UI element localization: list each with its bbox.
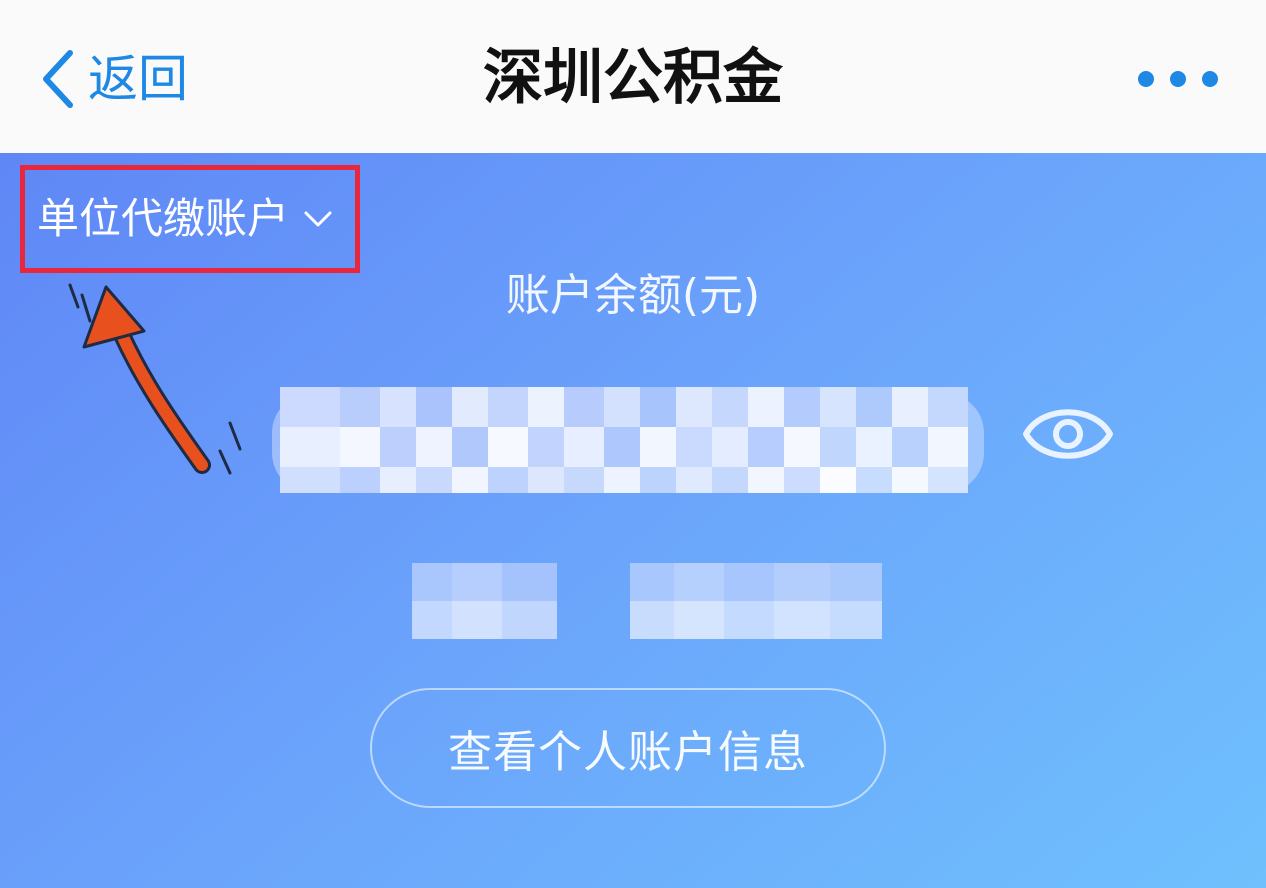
account-type-label: 单位代缴账户	[37, 194, 290, 243]
balance-label: 账户余额(元)	[505, 270, 761, 321]
more-button[interactable]	[1138, 62, 1218, 96]
page-title: 深圳公积金	[483, 43, 783, 113]
more-dots-icon	[1138, 71, 1154, 87]
account-detail-obscured	[412, 563, 882, 639]
account-panel: 单位代缴账户 账户余额(元) 查看个人账户信息	[0, 153, 1266, 888]
back-label: 返回	[88, 50, 188, 108]
more-dots-icon	[1170, 71, 1186, 87]
balance-amount-obscured	[272, 387, 984, 493]
nav-bar: 返回 深圳公积金	[0, 0, 1266, 153]
view-personal-account-button[interactable]: 查看个人账户信息	[370, 688, 886, 808]
account-type-dropdown[interactable]: 单位代缴账户	[20, 165, 360, 273]
back-button[interactable]: 返回	[40, 44, 188, 114]
screen: 返回 深圳公积金 单位代缴账户 账户余额(元) 查看个人账户信息	[0, 0, 1266, 888]
chevron-left-icon	[43, 50, 73, 108]
more-dots-icon	[1202, 71, 1218, 87]
eye-icon[interactable]	[1022, 397, 1114, 471]
chevron-down-icon	[304, 211, 332, 227]
